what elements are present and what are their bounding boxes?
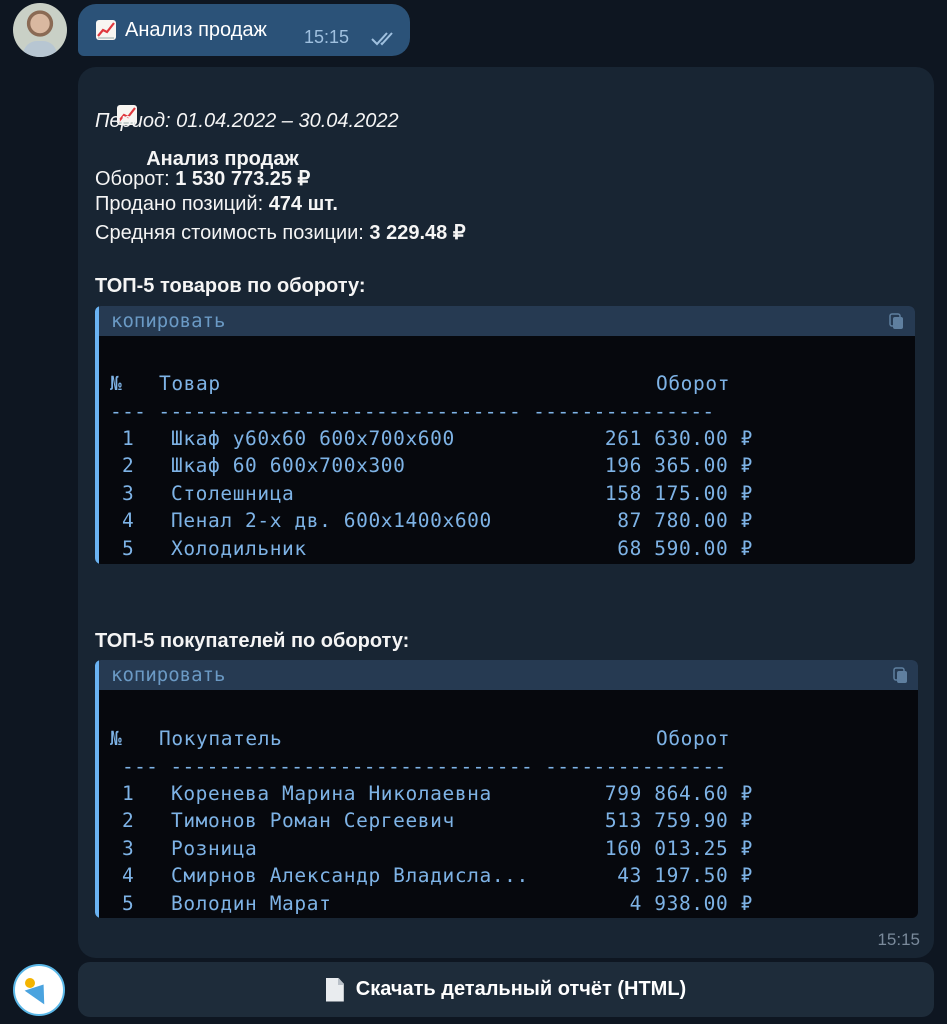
codeblock-header: копировать <box>95 306 915 336</box>
double-check-icon <box>371 32 393 46</box>
avatar-photo <box>23 41 57 57</box>
avg-label: Средняя стоимость позиции: <box>95 222 370 244</box>
table-separator: --- ------------------------------ -----… <box>110 400 715 423</box>
chart-increasing-icon <box>96 20 116 40</box>
column-number-header: № <box>110 727 123 750</box>
top-customers-codeblock: копировать № Покупатель Оборот --- -----… <box>95 660 918 918</box>
avg-row: Средняя стоимость позиции: 3 229.48 ₽ <box>95 220 466 245</box>
turnover-row: Оборот: 1 530 773.25 ₽ <box>95 166 310 191</box>
column-turnover-header: Оборот <box>656 727 731 750</box>
sold-label: Продано позиций: <box>95 193 269 215</box>
document-icon <box>325 977 344 1002</box>
column-turnover-header: Оборот <box>656 372 731 395</box>
report-message-time: 15:15 <box>877 930 920 949</box>
table-separator: --- ------------------------------ -----… <box>122 755 727 778</box>
sold-value: 474 шт. <box>268 193 338 215</box>
download-report-button[interactable]: Скачать детальный отчёт (HTML) <box>78 962 934 1017</box>
avg-value: 3 229.48 ₽ <box>369 222 466 244</box>
outgoing-message[interactable]: Анализ продаж 15:15 <box>78 4 410 56</box>
top-products-heading: ТОП-5 товаров по обороту: <box>95 275 366 297</box>
turnover-value: 1 530 773.25 ₽ <box>175 168 311 190</box>
column-customer-header: Покупатель <box>159 727 283 750</box>
copy-icon[interactable] <box>893 667 909 685</box>
column-number-header: № <box>110 372 123 395</box>
column-product-header: Товар <box>159 372 221 395</box>
copy-icon[interactable] <box>889 313 905 331</box>
user-avatar[interactable] <box>13 3 67 57</box>
codeblock-header: копировать <box>95 660 918 690</box>
turnover-label: Оборот: <box>95 168 176 190</box>
bot-avatar[interactable] <box>13 964 65 1016</box>
top-customers-heading: ТОП-5 покупателей по обороту: <box>95 630 410 652</box>
copy-button[interactable]: копировать <box>111 310 225 332</box>
top-products-codeblock: копировать № Товар Оборот --- ----------… <box>95 306 915 564</box>
outgoing-message-time: 15:15 <box>304 27 350 47</box>
report-period: Период: 01.04.2022 – 30.04.2022 <box>95 110 399 132</box>
download-report-label: Скачать детальный отчёт (HTML) <box>355 978 687 1000</box>
report-message: Анализ продаж Период: 01.04.2022 – 30.04… <box>78 67 934 958</box>
outgoing-message-text: Анализ продаж <box>125 18 267 41</box>
sold-row: Продано позиций: 474 шт. <box>95 193 338 216</box>
copy-button[interactable]: копировать <box>111 664 225 686</box>
